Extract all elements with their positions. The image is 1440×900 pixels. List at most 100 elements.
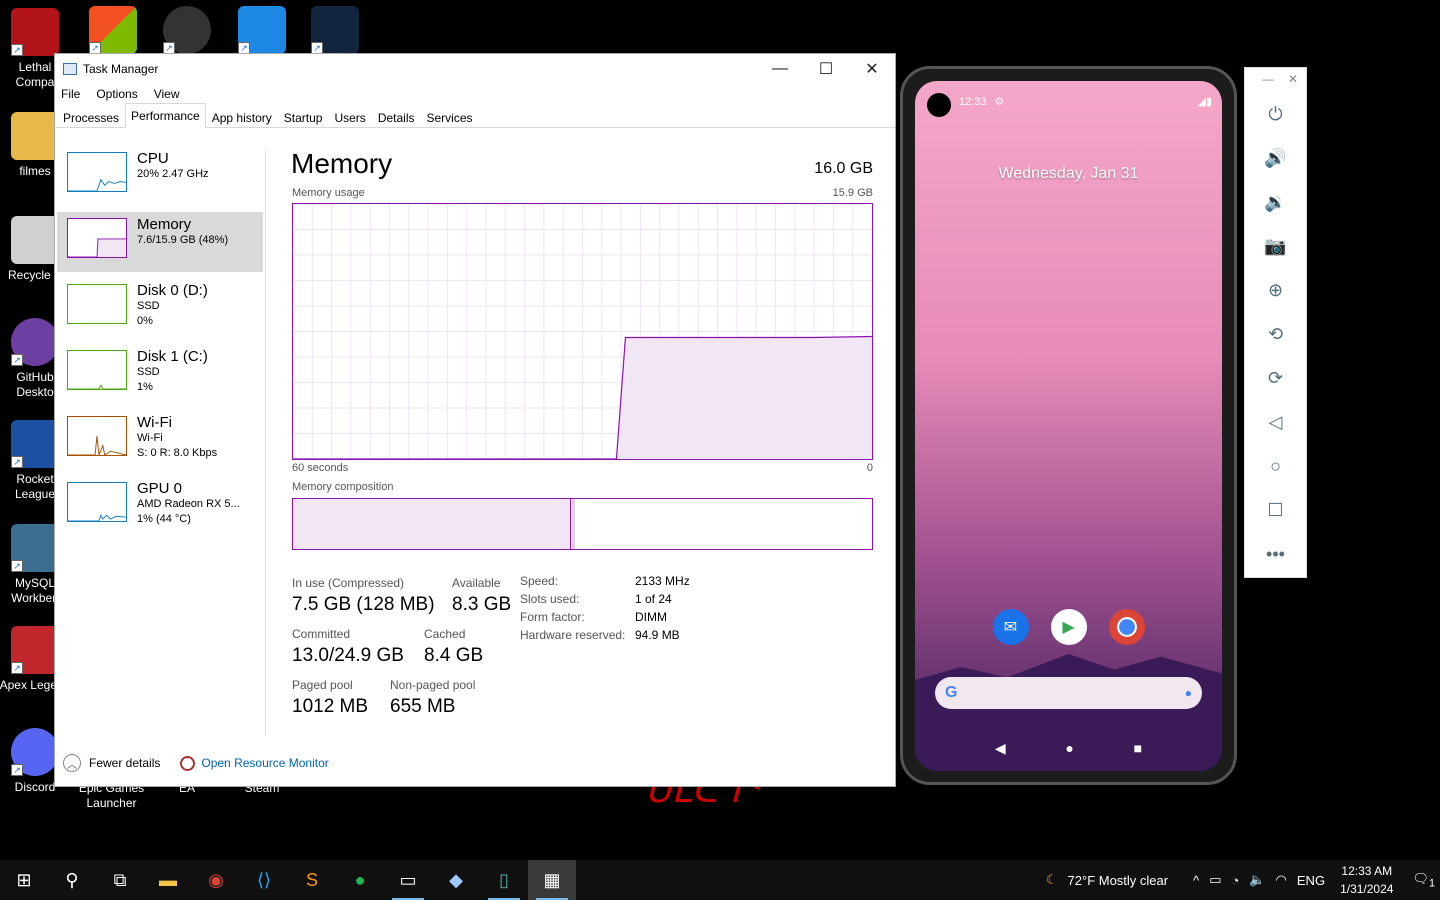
desktop-icon[interactable]: ↗ — [225, 6, 299, 58]
vscode-icon[interactable]: ⟨⟩ — [240, 860, 288, 900]
signal-icon: ◢▮ — [1197, 96, 1212, 108]
gpu-thumbnail — [67, 482, 127, 522]
back-icon[interactable]: ◁ — [1245, 400, 1306, 444]
sidebar-item-disk0[interactable]: Disk 0 (D:) SSD 0% — [57, 278, 263, 338]
sidebar-item-wifi[interactable]: Wi-Fi Wi-Fi S: 0 R: 8.0 Kbps — [57, 410, 263, 470]
sidebar-item-detail: AMD Radeon RX 5... — [137, 498, 240, 510]
stat-label: In use (Compressed) — [292, 576, 405, 590]
phone-screen[interactable]: 12:33 ⚙ ◢▮ Wednesday, Jan 31 ✉ ▶ G ● ◀ ●… — [915, 81, 1222, 771]
chrome-app-icon[interactable] — [1108, 609, 1145, 645]
home-icon[interactable]: ● — [1065, 740, 1073, 757]
weather-text[interactable]: 72°F Mostly clear — [1068, 873, 1169, 888]
task-view-icon[interactable]: ⧉ — [96, 860, 144, 900]
recents-icon[interactable]: ■ — [1134, 740, 1142, 757]
performance-sidebar: CPU 20% 2.47 GHz Memory 7.6/15.9 GB (48%… — [57, 146, 263, 542]
chrome-icon[interactable]: ◉ — [192, 860, 240, 900]
close-button[interactable]: ✕ — [849, 54, 895, 84]
sidebar-item-label: Memory — [137, 216, 192, 233]
emulator-phone-frame: 12:33 ⚙ ◢▮ Wednesday, Jan 31 ✉ ▶ G ● ◀ ●… — [900, 66, 1237, 785]
tab-processes[interactable]: Processes — [57, 106, 125, 128]
wifi-icon[interactable]: ◠ — [1276, 872, 1287, 888]
tab-startup[interactable]: Startup — [278, 106, 329, 128]
file-explorer-icon[interactable]: ▬ — [144, 860, 192, 900]
open-resource-monitor-link[interactable]: Open Resource Monitor — [201, 756, 328, 770]
camera-icon[interactable]: 📷 — [1245, 224, 1306, 268]
stat-value: 7.5 GB (128 MB) — [292, 594, 435, 615]
notification-icon[interactable]: 🗨1 — [1412, 871, 1435, 890]
volume-icon[interactable]: 🔈 — [1249, 872, 1265, 888]
spotify-icon[interactable]: ● — [336, 860, 384, 900]
language-indicator[interactable]: ENG — [1297, 873, 1325, 888]
close-icon[interactable]: ✕ — [1288, 72, 1298, 88]
fewer-details-button[interactable]: Fewer details — [89, 756, 160, 770]
minimize-icon[interactable]: — — [1262, 72, 1274, 88]
device-icon[interactable]: ▭ — [1209, 872, 1221, 888]
tab-details[interactable]: Details — [372, 106, 421, 128]
messages-app-icon[interactable]: ✉ — [992, 609, 1029, 645]
sidebar-item-detail: 7.6/15.9 GB (48%) — [137, 234, 229, 246]
chevron-up-icon[interactable]: ︿ — [63, 754, 81, 772]
menu-file[interactable]: File — [61, 84, 88, 104]
sidebar-item-label: CPU — [137, 150, 169, 167]
terminal-icon[interactable]: ▭ — [384, 860, 432, 900]
task-manager-window: Task Manager — ☐ ✕ File Options View Pro… — [54, 53, 896, 787]
app-dock: ✉ ▶ — [915, 609, 1222, 645]
sidebar-item-cpu[interactable]: CPU 20% 2.47 GHz — [57, 146, 263, 206]
composition-in-use — [293, 499, 571, 549]
tab-performance[interactable]: Performance — [125, 103, 206, 128]
desktop-icon-label: filmes — [19, 164, 51, 178]
emulator-icon[interactable]: ◆ — [432, 860, 480, 900]
footer: ︿ Fewer details Open Resource Monitor — [63, 754, 329, 772]
sidebar-item-memory[interactable]: Memory 7.6/15.9 GB (48%) — [57, 212, 263, 272]
spec-row: Form factor: DIMM — [520, 610, 690, 628]
maximize-button[interactable]: ☐ — [803, 54, 849, 84]
desktop-icon[interactable]: ↗ — [298, 6, 372, 58]
stat-value: 8.3 GB — [452, 594, 512, 615]
settings-icon: ⚙ — [994, 96, 1005, 108]
desktop-icon[interactable]: ↗ — [76, 6, 150, 58]
sidebar-item-detail: 1% (44 °C) — [137, 513, 191, 525]
stat-label: Committed — [292, 627, 351, 641]
spec-row: Slots used: 1 of 24 — [520, 592, 690, 610]
chevron-up-icon[interactable]: ^ — [1193, 873, 1199, 888]
window-title: Task Manager — [83, 62, 159, 76]
desktop-icon-label: Rocket League — [14, 472, 56, 501]
sidebar-item-gpu0[interactable]: GPU 0 AMD Radeon RX 5... 1% (44 °C) — [57, 476, 263, 536]
desktop-icon[interactable]: ↗ — [150, 6, 224, 58]
zoom-icon[interactable]: ⊕ — [1245, 268, 1306, 312]
search-icon[interactable]: ⚲ — [48, 860, 96, 900]
stat-available: Available 8.3 GB — [452, 576, 511, 616]
home-icon[interactable]: ○ — [1245, 444, 1306, 488]
network-icon[interactable]: ◔ — [1232, 873, 1240, 888]
more-icon[interactable]: ••• — [1245, 532, 1306, 576]
volume-up-icon[interactable]: 🔊 — [1245, 136, 1306, 180]
power-icon[interactable]: ⏻ — [1245, 92, 1306, 136]
assistant-icon[interactable]: ● — [1185, 686, 1192, 700]
rotate-left-icon[interactable]: ⟲ — [1245, 312, 1306, 356]
sublime-icon[interactable]: S — [288, 860, 336, 900]
menu-view[interactable]: View — [154, 84, 188, 104]
memory-composition-bar — [292, 498, 873, 550]
play-store-app-icon[interactable]: ▶ — [1050, 609, 1087, 645]
disk-thumbnail — [67, 350, 127, 390]
overview-icon[interactable]: ☐ — [1245, 488, 1306, 532]
stat-cached: Cached 8.4 GB — [424, 627, 483, 667]
menu-options[interactable]: Options — [96, 84, 145, 104]
back-icon[interactable]: ◀ — [995, 740, 1006, 757]
task-manager-taskbar-icon[interactable]: ▦ — [528, 860, 576, 900]
android-studio-icon[interactable]: ▯ — [480, 860, 528, 900]
start-button[interactable]: ⊞ — [0, 860, 48, 900]
rotate-right-icon[interactable]: ⟳ — [1245, 356, 1306, 400]
volume-down-icon[interactable]: 🔉 — [1245, 180, 1306, 224]
clock[interactable]: 12:33 AM 1/31/2024 — [1340, 862, 1393, 898]
stat-value: 8.4 GB — [424, 645, 484, 666]
tab-services[interactable]: Services — [421, 106, 479, 128]
sidebar-item-disk1[interactable]: Disk 1 (C:) SSD 1% — [57, 344, 263, 404]
stat-label: Paged pool — [292, 678, 353, 692]
google-g-icon: G — [945, 684, 958, 701]
system-tray: ☾ 72°F Mostly clear ^ ▭ ◔ 🔈 ◠ ENG 12:33 … — [1041, 860, 1440, 900]
minimize-button[interactable]: — — [757, 54, 803, 84]
google-search-bar[interactable]: G ● — [935, 677, 1202, 709]
tab-app-history[interactable]: App history — [206, 106, 278, 128]
tab-users[interactable]: Users — [328, 106, 371, 128]
